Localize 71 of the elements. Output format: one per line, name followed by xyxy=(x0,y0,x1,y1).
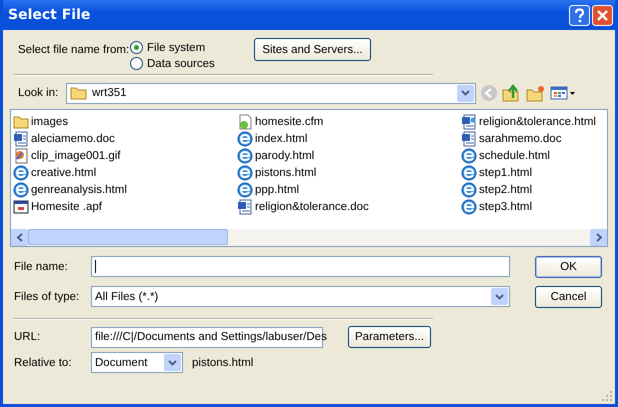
file-item[interactable]: Homesite .apf xyxy=(13,198,237,215)
parameters-button[interactable]: Parameters... xyxy=(348,326,432,348)
chevron-down-icon[interactable] xyxy=(495,294,504,300)
scroll-thumb[interactable] xyxy=(28,229,228,245)
chevron-right-icon[interactable] xyxy=(594,233,602,242)
document-icon xyxy=(461,114,477,130)
file-item[interactable]: schedule.html xyxy=(461,147,605,164)
file-name-label: File name: xyxy=(13,260,69,272)
cancel-button[interactable]: Cancel xyxy=(535,286,602,308)
relative-file-name: pistons.html xyxy=(192,356,254,368)
look-in-label: Look in: xyxy=(17,87,60,99)
web-page-icon xyxy=(237,182,253,198)
file-item[interactable]: index.html xyxy=(237,130,461,147)
window-title: Select File xyxy=(8,7,90,23)
file-item[interactable]: ppp.html xyxy=(237,181,461,198)
relative-to-label: Relative to: xyxy=(13,356,73,368)
new-folder-icon[interactable] xyxy=(526,84,546,102)
chevron-down-icon[interactable] xyxy=(168,360,177,366)
file-item[interactable]: sarahmemo.doc xyxy=(461,130,605,147)
file-item[interactable]: religion&tolerance.html xyxy=(461,113,605,130)
ok-button[interactable]: OK xyxy=(535,256,602,278)
file-name-field[interactable] xyxy=(91,256,510,277)
radio-label[interactable]: Data sources xyxy=(147,58,215,70)
chevron-left-icon[interactable] xyxy=(16,233,24,242)
file-item[interactable]: step1.html xyxy=(461,164,605,181)
folder-icon xyxy=(13,114,29,130)
web-page-icon xyxy=(461,148,477,164)
web-page-icon xyxy=(237,164,253,180)
window-file-icon xyxy=(13,198,29,214)
script-file-icon xyxy=(237,114,253,130)
file-item[interactable]: homesite.cfm xyxy=(237,113,461,130)
sites-and-servers-button[interactable]: Sites and Servers... xyxy=(254,38,371,61)
web-page-icon xyxy=(13,164,29,180)
web-page-icon xyxy=(461,198,477,214)
file-item[interactable]: aleciamemo.doc xyxy=(13,130,237,147)
radio-button[interactable] xyxy=(130,57,143,70)
web-page-icon xyxy=(461,164,477,180)
help-icon[interactable] xyxy=(569,4,590,26)
relative-to-dropdown[interactable]: Document xyxy=(91,352,183,373)
file-item[interactable]: images xyxy=(13,113,237,130)
close-icon[interactable] xyxy=(592,4,613,26)
look-in-dropdown[interactable]: wrt351 xyxy=(66,82,476,104)
scroll-right-button[interactable] xyxy=(590,229,607,246)
file-type-label: Files of type: xyxy=(13,290,80,302)
horizontal-scrollbar[interactable] xyxy=(11,229,607,246)
chevron-down-icon[interactable] xyxy=(461,90,470,96)
file-item[interactable]: genreanalysis.html xyxy=(13,181,237,198)
source-label: Select file name from: xyxy=(17,43,130,56)
file-type-dropdown[interactable]: All Files (*.*) xyxy=(91,286,510,307)
image-file-icon xyxy=(13,148,29,164)
file-item[interactable]: pistons.html xyxy=(237,164,461,181)
file-item[interactable]: parody.html xyxy=(237,147,461,164)
file-item[interactable]: creative.html xyxy=(13,164,237,181)
view-menu-icon[interactable] xyxy=(550,85,576,101)
resize-grip-icon[interactable] xyxy=(601,390,613,402)
scroll-left-button[interactable] xyxy=(11,229,28,246)
web-page-icon xyxy=(237,148,253,164)
document-icon xyxy=(461,130,477,146)
file-item[interactable]: clip_image001.gif xyxy=(13,147,237,164)
document-icon xyxy=(237,198,253,214)
file-item[interactable]: religion&tolerance.doc xyxy=(237,198,461,215)
radio-button[interactable] xyxy=(130,41,143,54)
url-label: URL: xyxy=(13,331,42,343)
file-item[interactable]: step2.html xyxy=(461,181,605,198)
file-item[interactable]: step3.html xyxy=(461,198,605,215)
radio-label[interactable]: File system xyxy=(147,42,206,54)
web-page-icon xyxy=(237,130,253,146)
web-page-icon xyxy=(13,182,29,198)
folder-icon xyxy=(70,86,88,100)
document-icon xyxy=(13,130,29,146)
web-page-icon xyxy=(461,182,477,198)
